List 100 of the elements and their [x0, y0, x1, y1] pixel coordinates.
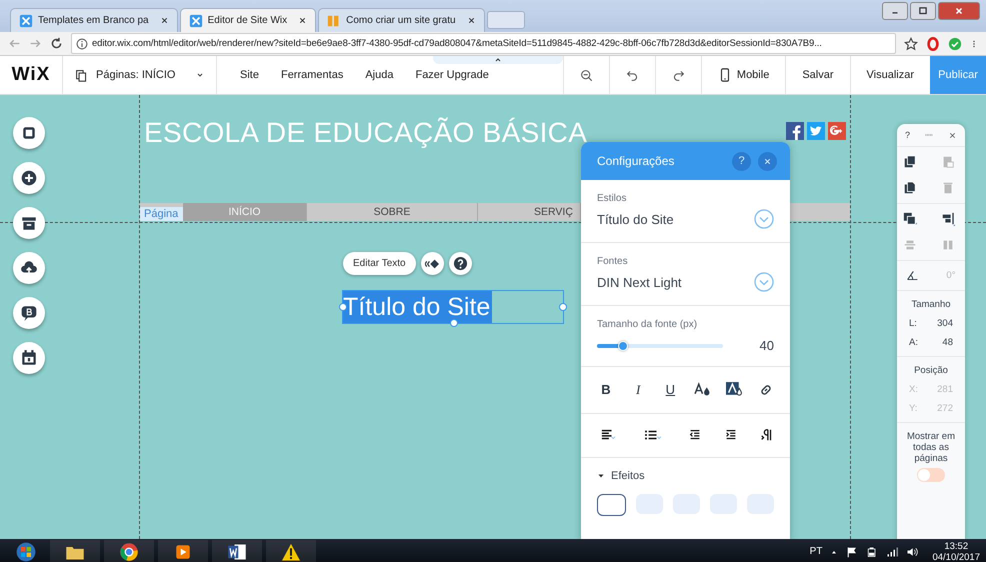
chat-bubble-icon: [20, 304, 38, 322]
help-button[interactable]: ?: [905, 130, 910, 140]
mobile-button[interactable]: Mobile: [700, 56, 786, 94]
maximize-button[interactable]: [910, 2, 936, 20]
italic-button[interactable]: I: [629, 382, 648, 398]
close-button[interactable]: [758, 152, 777, 170]
blog-tool[interactable]: [13, 297, 45, 329]
close-icon[interactable]: [948, 130, 957, 140]
show-on-all-pages-label: Mostrar em todas as páginas: [906, 431, 956, 464]
facebook-icon[interactable]: [786, 122, 804, 140]
effect-swatch[interactable]: [673, 494, 700, 514]
size-field[interactable]: L: 304: [897, 318, 965, 329]
angle-icon[interactable]: [906, 269, 920, 282]
volume-icon[interactable]: [906, 546, 918, 558]
page-label: Página: [140, 207, 183, 221]
duplicate-icon[interactable]: [903, 181, 917, 195]
check-circle-icon[interactable]: [948, 36, 962, 50]
pages-dropdown[interactable]: Páginas: INÍCIO: [62, 56, 217, 94]
increase-indent-icon[interactable]: [724, 428, 738, 442]
close-icon[interactable]: [160, 16, 169, 25]
add-tool[interactable]: [13, 162, 45, 194]
calendar-icon: [20, 349, 38, 367]
size-field[interactable]: A: 48: [897, 337, 965, 348]
google-plus-icon[interactable]: [828, 122, 846, 140]
chrome-icon: [119, 542, 139, 562]
effect-swatch[interactable]: [747, 494, 774, 514]
selected-title-text[interactable]: Título do Site: [343, 291, 492, 323]
menu-item[interactable]: Site: [229, 69, 270, 81]
taskbar-clock[interactable]: 13:52 04/10/2017: [932, 540, 980, 562]
menu-item[interactable]: Ferramentas: [270, 69, 354, 81]
caret-down-icon: [597, 472, 605, 480]
field-label: Estilos: [597, 193, 628, 204]
resize-handle[interactable]: [450, 319, 458, 327]
pages-icon: [75, 68, 88, 82]
bold-button[interactable]: B: [597, 382, 615, 397]
chevron-up-icon: [494, 56, 502, 64]
show-on-all-pages-toggle[interactable]: [917, 468, 945, 482]
address-bar[interactable]: editor.wix.com/html/editor/web/renderer/new?siteId=be6e9ae8-3ff7-4380-95df-cd79ad808047&metaSiteId=511d9845-4882-429c-8bff-06c7fb728d3d&editorSessionId=830A7B9...: [71, 33, 896, 54]
align-icon[interactable]: [941, 212, 955, 226]
selection-frame[interactable]: Título do Site: [342, 290, 564, 324]
paragraph-direction-icon[interactable]: [760, 428, 774, 442]
windows-logo-icon: [16, 542, 36, 562]
copy-icon[interactable]: [903, 155, 917, 169]
highlight-color-icon[interactable]: [724, 381, 744, 398]
no-effect-swatch[interactable]: [597, 494, 626, 516]
info-icon: [76, 38, 88, 50]
store-tool[interactable]: [13, 207, 45, 239]
arrange-icon[interactable]: [903, 212, 917, 226]
effect-swatch[interactable]: [636, 494, 663, 514]
text-color-icon[interactable]: [694, 381, 711, 398]
edit-text-button[interactable]: Editar Texto: [343, 252, 416, 275]
star-icon[interactable]: [904, 36, 918, 50]
browser-tab[interactable]: Editor de Site Wix: [180, 8, 316, 32]
save-button[interactable]: Salvar: [785, 56, 850, 94]
battery-icon[interactable]: [866, 546, 878, 558]
close-icon: [763, 156, 772, 166]
section-heading: Posição: [914, 365, 948, 376]
font-size-slider[interactable]: [597, 344, 723, 348]
opera-icon[interactable]: [926, 36, 940, 50]
close-icon[interactable]: [466, 16, 476, 25]
signal-icon[interactable]: [886, 546, 898, 558]
effects-toggle[interactable]: Efeitos: [581, 458, 661, 494]
taskbar-app[interactable]: [104, 540, 154, 562]
zoom-out-icon: [580, 68, 593, 82]
upload-tool[interactable]: [13, 252, 45, 284]
taskbar-app[interactable]: [266, 540, 316, 562]
taskbar-app[interactable]: [212, 540, 262, 562]
reload-icon[interactable]: [50, 37, 63, 50]
word-icon: [227, 542, 247, 562]
bookings-tool[interactable]: [13, 342, 45, 374]
media-player-icon: [174, 542, 192, 560]
redo-icon: [672, 68, 685, 82]
effect-swatch[interactable]: [710, 494, 737, 514]
site-canvas[interactable]: [0, 95, 986, 539]
decrease-indent-icon[interactable]: [688, 428, 702, 442]
undo-icon: [626, 68, 639, 82]
font-size-value[interactable]: 40: [733, 338, 774, 353]
font-dropdown[interactable]: DIN Next Light: [597, 274, 682, 290]
help-button[interactable]: [448, 252, 472, 275]
section-heading: Tamanho: [911, 299, 951, 310]
resize-handle[interactable]: [559, 303, 567, 311]
animation-button[interactable]: [420, 252, 444, 275]
language-indicator[interactable]: PT: [810, 546, 822, 557]
close-icon: [954, 6, 964, 16]
taskbar-app[interactable]: [158, 540, 208, 562]
add-box-tool[interactable]: [13, 117, 45, 149]
menu-item[interactable]: Fazer Upgrade: [404, 69, 500, 81]
underline-button[interactable]: U: [661, 382, 680, 397]
style-dropdown[interactable]: Título do Site: [597, 212, 674, 226]
taskbar-app[interactable]: [50, 540, 100, 562]
drag-handle-icon[interactable]: [923, 131, 935, 139]
maximize-icon: [918, 6, 928, 16]
close-icon[interactable]: [298, 16, 308, 25]
warning-icon: [281, 542, 301, 562]
menu-item[interactable]: Ajuda: [354, 69, 404, 81]
flag-icon[interactable]: [846, 546, 858, 558]
browser-tab[interactable]: Como criar um site gratu: [318, 8, 485, 32]
browser-tab[interactable]: Templates em Branco pa: [10, 8, 178, 32]
wix-logo[interactable]: WiX: [0, 64, 62, 86]
diamond-arrows-icon: [425, 256, 440, 270]
